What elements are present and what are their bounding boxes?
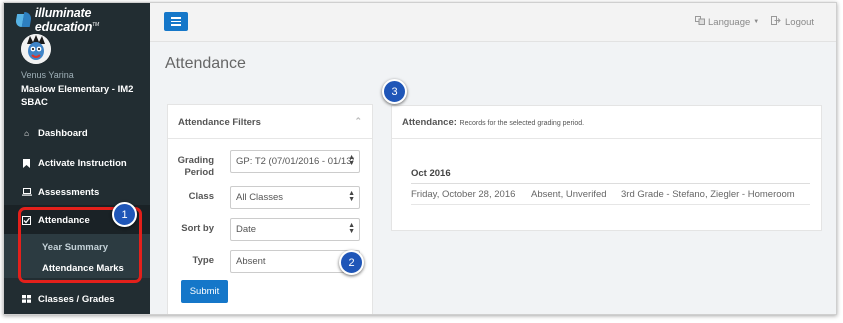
logout-icon (771, 16, 781, 28)
grading-period-select[interactable]: GP: T2 (07/01/2016 - 01/13/ ▲ ▼ (230, 150, 360, 173)
type-label: Type (192, 255, 214, 266)
filters-header: Attendance Filters ⌃ (168, 105, 372, 139)
grading-period-label: Grading Period (177, 155, 214, 178)
sidebar-item-label: Assessments (38, 186, 100, 198)
record-status: Absent, Unverifed (531, 189, 607, 200)
month-heading: Oct 2016 (411, 168, 451, 179)
home-icon: ⌂ (24, 128, 29, 138)
callout-badge-1: 1 (112, 202, 137, 227)
user-name: Venus Yarina (21, 70, 74, 80)
class-select[interactable]: All Classes ▲ ▼ (230, 186, 360, 209)
topbar: Language ▼ Logout (150, 3, 836, 42)
attendance-header: Attendance: Records for the selected gra… (392, 106, 821, 139)
callout-badge-3: 3 (382, 79, 407, 104)
sidebar: illuminate educationTM Venus Yarina Masl… (4, 3, 150, 314)
sidebar-item-label: Classes / Grades (38, 293, 115, 305)
sort-label: Sort by (181, 223, 214, 234)
sidebar-item-classes-grades[interactable]: Classes / Grades (4, 284, 150, 314)
attendance-description: Records for the selected grading period. (459, 120, 585, 127)
menu-toggle-button[interactable] (164, 12, 188, 31)
sort-select[interactable]: Date ▲ ▼ (230, 218, 360, 241)
sidebar-item-label: Dashboard (38, 127, 88, 139)
hamburger-icon (171, 17, 181, 19)
sidebar-item-label: Activate Instruction (38, 157, 127, 169)
logo-mark-icon (14, 12, 33, 28)
app-window: illuminate educationTM Venus Yarina Masl… (3, 2, 837, 315)
record-date: Friday, October 28, 2016 (411, 189, 516, 200)
select-arrows-icon: ▲ ▼ (348, 154, 355, 167)
select-arrows-icon: ▲ ▼ (348, 190, 355, 203)
sidebar-item-activate-instruction[interactable]: Activate Instruction (4, 148, 150, 178)
filters-title: Attendance Filters (178, 117, 261, 128)
bookmark-icon (21, 158, 32, 168)
avatar[interactable] (21, 34, 51, 64)
language-label: Language (708, 16, 751, 28)
page-title: Attendance (165, 55, 246, 72)
translate-icon (695, 16, 705, 28)
brand-logo[interactable]: illuminate educationTM (14, 6, 150, 34)
class-label: Class (188, 191, 214, 202)
class-value: All Classes (236, 192, 283, 203)
type-value: Absent (236, 256, 266, 267)
record-class: 3rd Grade - Stefano, Ziegler - Homeroom (621, 189, 795, 200)
attendance-records-panel: Attendance: Records for the selected gra… (391, 105, 822, 231)
sidebar-item-dashboard[interactable]: ⌂ Dashboard (4, 118, 150, 148)
callout-badge-2: 2 (339, 250, 364, 275)
grid-icon (21, 295, 32, 303)
language-dropdown[interactable]: Language ▼ (695, 16, 759, 28)
chevron-up-icon[interactable]: ⌃ (354, 116, 362, 127)
laptop-icon (21, 188, 32, 196)
divider (411, 204, 810, 205)
sort-value: Date (236, 224, 257, 235)
attendance-title: Attendance: (402, 117, 457, 128)
grading-period-value: GP: T2 (07/01/2016 - 01/13/ (236, 156, 355, 167)
select-arrows-icon: ▲ ▼ (348, 222, 355, 235)
attendance-filters-panel: Attendance Filters ⌃ Grading Period GP: … (167, 104, 373, 314)
divider (411, 183, 810, 184)
submit-button[interactable]: Submit (181, 280, 228, 303)
caret-down-icon: ▼ (753, 19, 760, 25)
school-name: Maslow Elementary - IM2 SBAC (21, 84, 134, 108)
logout-link[interactable]: Logout (771, 16, 814, 28)
brand-name: illuminate educationTM (34, 6, 99, 34)
logout-label: Logout (785, 16, 815, 28)
